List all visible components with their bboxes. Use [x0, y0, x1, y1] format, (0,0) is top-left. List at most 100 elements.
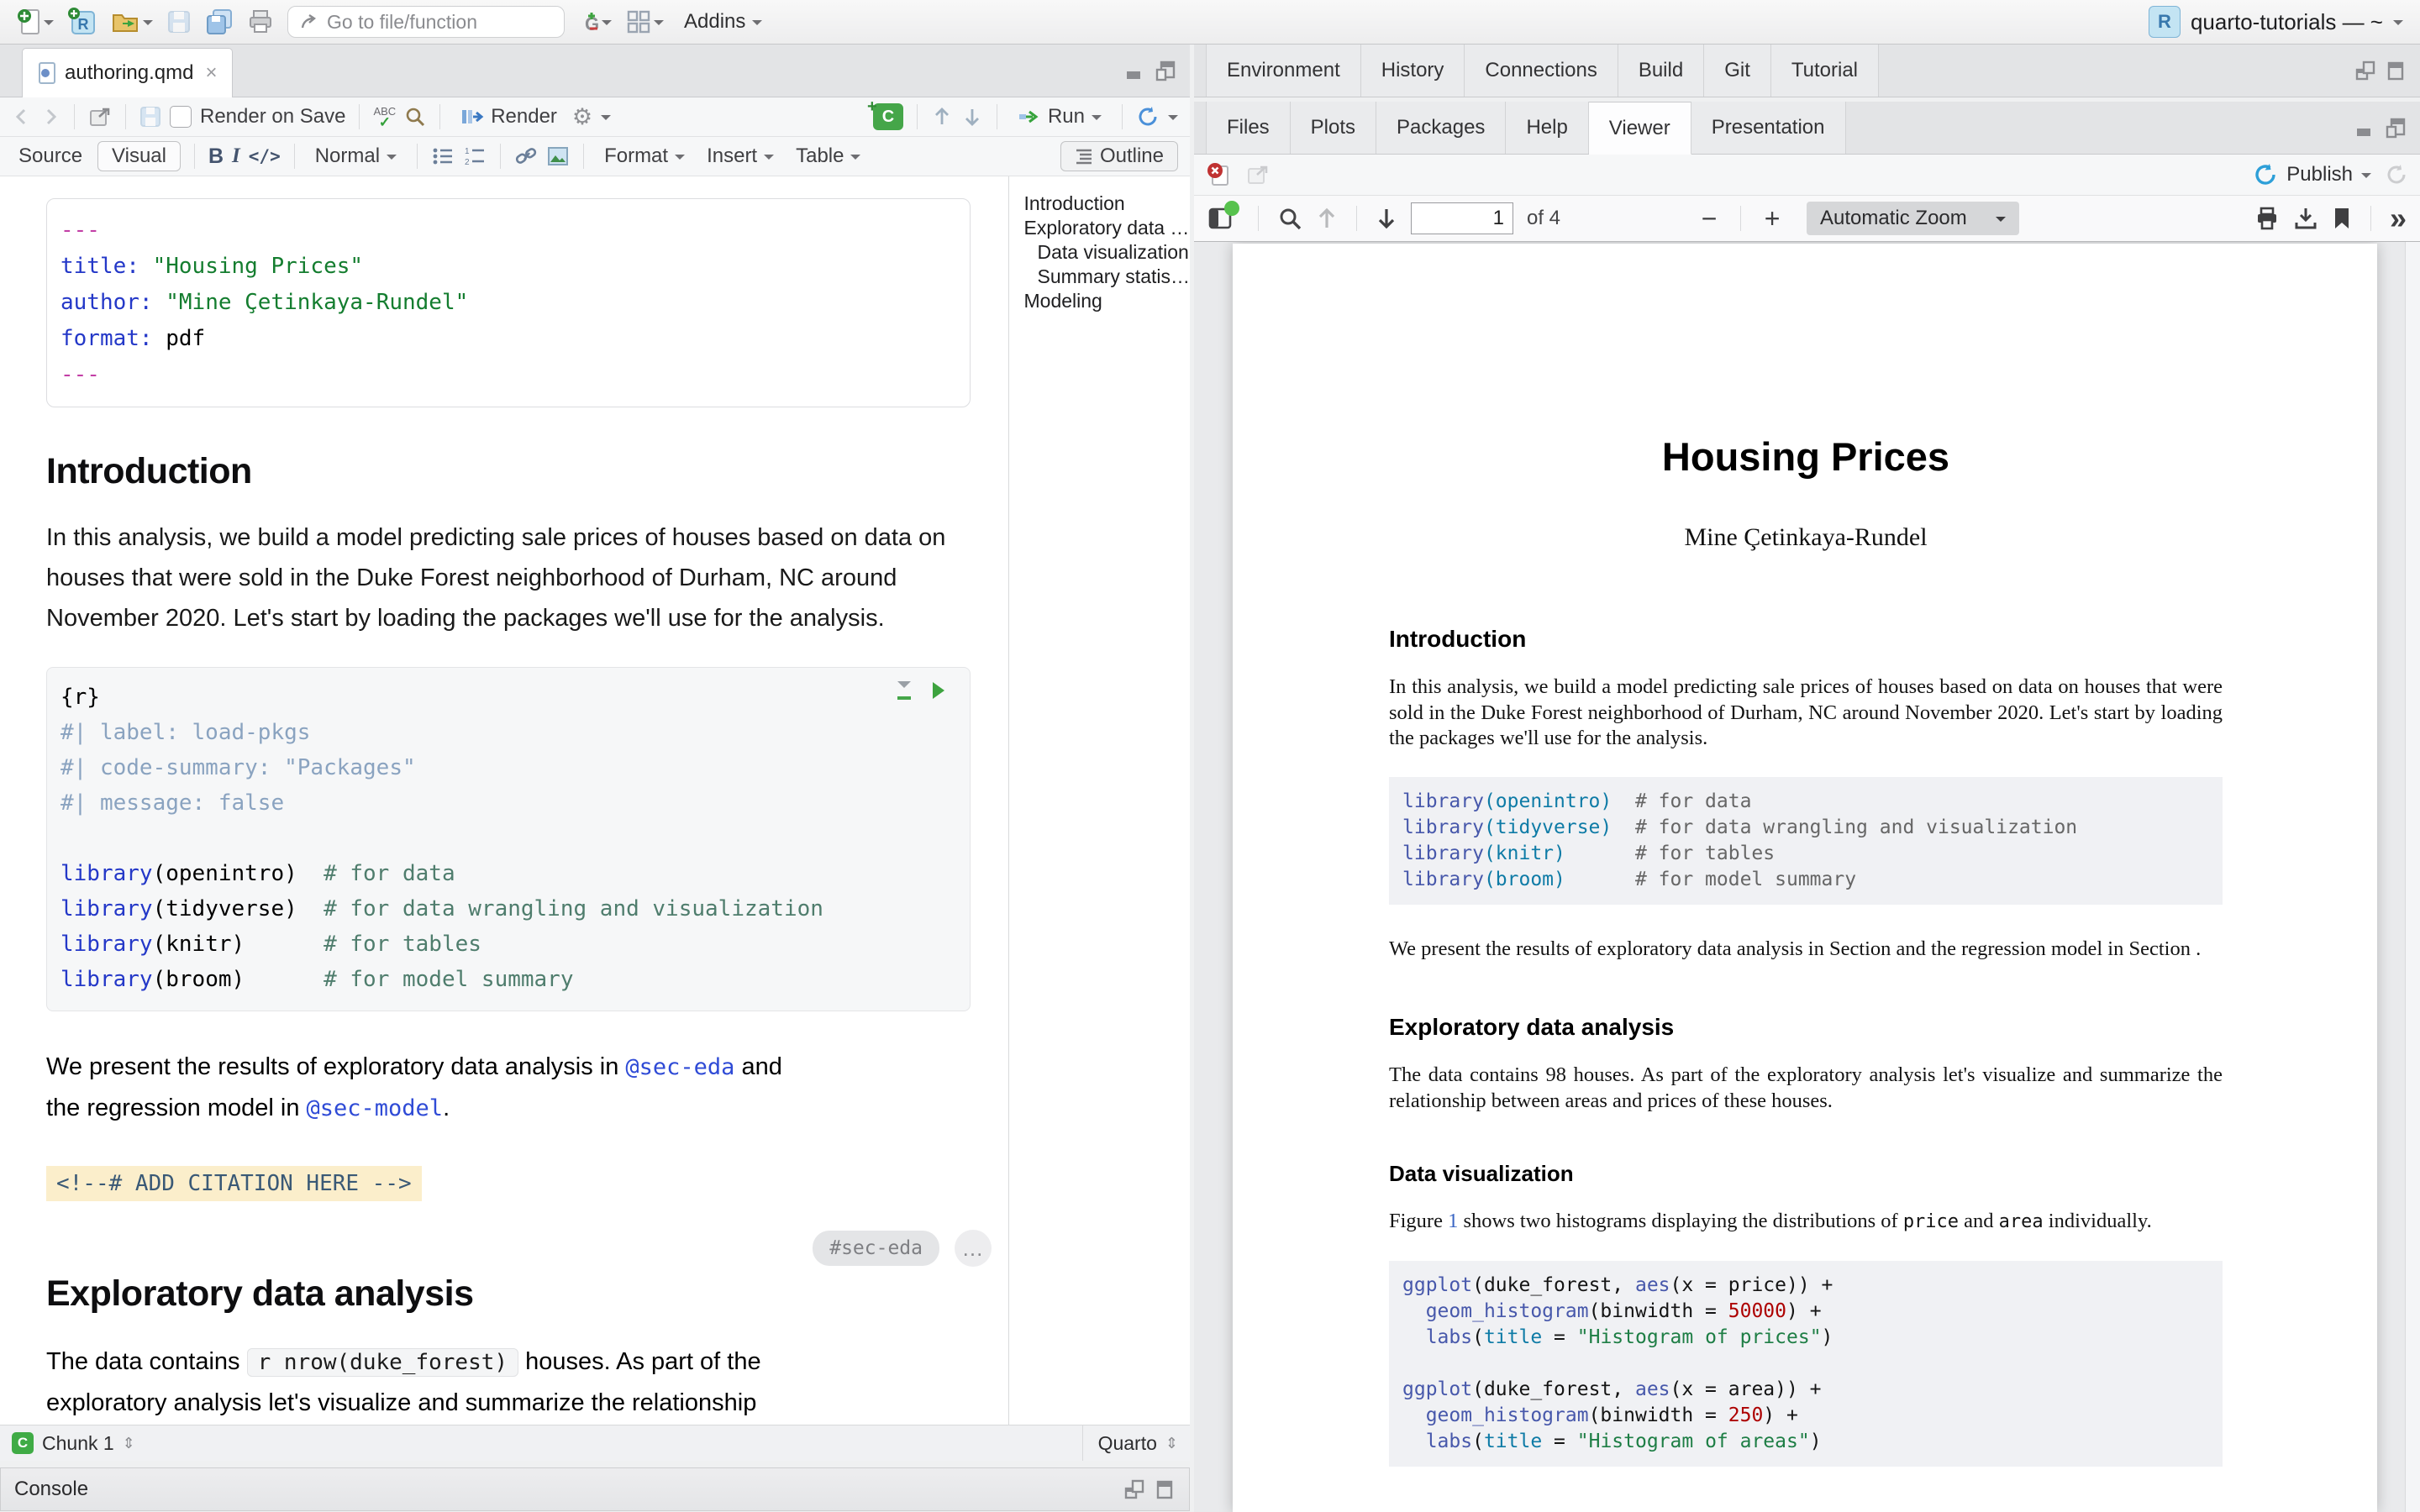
console-maximize-icon[interactable]: [1154, 1478, 1176, 1500]
pdf-prev-page-icon[interactable]: [1316, 207, 1338, 230]
eda-paragraph[interactable]: The data contains r nrow(duke_forest) ho…: [46, 1341, 1008, 1425]
tab-viewer[interactable]: Viewer: [1589, 102, 1691, 155]
run-all-above-icon[interactable]: [897, 681, 911, 700]
forward-icon[interactable]: [40, 107, 60, 127]
pdf-next-page-icon[interactable]: [1376, 207, 1397, 230]
insert-menu[interactable]: Insert: [700, 143, 781, 170]
panes-layout-caret[interactable]: [654, 20, 664, 30]
new-file-button[interactable]: [17, 7, 54, 37]
back-icon[interactable]: [12, 107, 32, 127]
spellcheck-icon[interactable]: ABC✓: [373, 106, 396, 128]
goto-file-input[interactable]: Go to file/function: [287, 6, 565, 38]
run-button[interactable]: Run: [1011, 103, 1108, 130]
version-control-caret[interactable]: [602, 20, 612, 30]
document-body[interactable]: ---title: "Housing Prices"author: "Mine …: [0, 176, 1008, 1425]
pdf-sidebar-toggle[interactable]: [1207, 206, 1233, 231]
tab-files[interactable]: Files: [1206, 102, 1291, 154]
tab-history[interactable]: History: [1361, 45, 1465, 97]
pdf-print-icon[interactable]: [2254, 207, 2280, 230]
render-settings-caret[interactable]: [601, 115, 611, 125]
popout-icon[interactable]: [88, 106, 112, 128]
tab-help[interactable]: Help: [1506, 102, 1588, 154]
save-all-button[interactable]: [205, 7, 234, 37]
stop-viewer-icon[interactable]: [1206, 161, 1233, 188]
run-previous-icon[interactable]: [931, 106, 953, 128]
code-format-button[interactable]: </>: [249, 146, 281, 166]
minimize-pane-icon[interactable]: [1124, 60, 1146, 81]
maximize-pane-icon[interactable]: [1155, 60, 1176, 81]
render-button[interactable]: Render: [454, 103, 564, 130]
rerun-caret[interactable]: [1168, 115, 1178, 125]
tab-environment[interactable]: Environment: [1206, 45, 1361, 97]
console-header[interactable]: Console: [0, 1467, 1190, 1511]
bold-button[interactable]: B: [208, 144, 224, 169]
format-menu[interactable]: Format: [597, 143, 692, 170]
heading-eda[interactable]: Exploratory data analysis: [46, 1273, 1008, 1315]
project-menu[interactable]: R quarto-tutorials — ~: [2149, 6, 2403, 38]
close-tab-icon[interactable]: ×: [205, 61, 217, 85]
pdf-zoom-out-button[interactable]: −: [1697, 203, 1722, 234]
source-mode-button[interactable]: Source: [12, 143, 89, 170]
outline-item[interactable]: Modeling: [1024, 289, 1190, 313]
viewer-minimize-icon[interactable]: [2354, 117, 2376, 139]
tab-build[interactable]: Build: [1618, 45, 1704, 97]
save-button[interactable]: [166, 7, 192, 37]
insert-chunk-button[interactable]: +C: [873, 103, 903, 130]
yaml-header[interactable]: ---title: "Housing Prices"author: "Mine …: [46, 198, 971, 407]
run-chunk-icon[interactable]: [933, 682, 953, 699]
open-file-button[interactable]: [111, 7, 153, 37]
render-settings-gear-icon[interactable]: ⚙: [572, 104, 592, 130]
open-file-caret[interactable]: [143, 20, 153, 30]
image-icon[interactable]: [546, 145, 570, 167]
tab-presentation[interactable]: Presentation: [1691, 102, 1846, 154]
print-button[interactable]: [247, 7, 274, 37]
new-file-caret[interactable]: [44, 20, 54, 30]
console-minimize-icon[interactable]: [1123, 1478, 1145, 1500]
outline-item[interactable]: Exploratory data …: [1024, 216, 1190, 240]
code-chunk-load-pkgs[interactable]: {r}#| label: load-pkgs#| code-summary: "…: [46, 667, 971, 1011]
pdf-zoom-select[interactable]: Automatic Zoom: [1807, 202, 2019, 235]
tab-authoring-qmd[interactable]: authoring.qmd ×: [22, 48, 233, 97]
outline-item[interactable]: Data visualization: [1024, 240, 1190, 265]
tab-plots[interactable]: Plots: [1291, 102, 1376, 154]
search-doc-icon[interactable]: [404, 106, 426, 128]
rerun-icon[interactable]: [1136, 105, 1160, 129]
tab-git[interactable]: Git: [1704, 45, 1771, 97]
pdf-page-input[interactable]: 1: [1411, 202, 1513, 234]
pdf-bookmark-icon[interactable]: [2332, 207, 2352, 230]
section-options-button[interactable]: ...: [955, 1230, 992, 1267]
numbered-list-icon[interactable]: 12: [463, 145, 487, 167]
pdf-download-icon[interactable]: [2293, 207, 2318, 230]
pane-restore-icon[interactable]: [2354, 60, 2376, 81]
intro-paragraph[interactable]: In this analysis, we build a model predi…: [46, 517, 992, 638]
link-icon[interactable]: [514, 145, 538, 167]
table-menu[interactable]: Table: [789, 143, 867, 170]
save-doc-icon[interactable]: [139, 106, 161, 128]
pdf-zoom-in-button[interactable]: +: [1760, 203, 1785, 234]
pane-maximize-icon[interactable]: [2385, 60, 2407, 81]
chunk-code[interactable]: {r}#| label: load-pkgs#| code-summary: "…: [60, 680, 970, 997]
run-next-icon[interactable]: [961, 106, 983, 128]
publish-button[interactable]: Publish: [2253, 162, 2371, 187]
viewer-popout-icon[interactable]: [1246, 164, 1270, 186]
tab-connections[interactable]: Connections: [1465, 45, 1618, 97]
refresh-viewer-icon[interactable]: [2385, 163, 2408, 186]
pdf-viewer[interactable]: Housing Prices Mine Çetinkaya-Rundel Int…: [1194, 242, 2420, 1512]
chunk-nav[interactable]: Chunk 1: [42, 1432, 114, 1455]
panes-layout-button[interactable]: [625, 7, 664, 37]
outline-toggle-button[interactable]: Outline: [1060, 141, 1178, 171]
outline-item[interactable]: Summary statis…: [1024, 265, 1190, 289]
addins-menu[interactable]: Addins: [677, 8, 769, 35]
version-control-button[interactable]: G: [578, 7, 612, 37]
viewer-maximize-icon[interactable]: [2385, 117, 2407, 139]
pdf-more-tools-icon[interactable]: »: [2390, 201, 2407, 236]
present-paragraph[interactable]: We present the results of exploratory da…: [46, 1047, 1008, 1129]
new-project-button[interactable]: R: [67, 7, 97, 37]
render-on-save-checkbox[interactable]: [170, 106, 192, 128]
paragraph-style-dropdown[interactable]: Normal: [308, 143, 403, 170]
italic-button[interactable]: I: [232, 144, 240, 168]
tab-tutorial[interactable]: Tutorial: [1771, 45, 1879, 97]
doc-format-selector[interactable]: Quarto ⇕: [1082, 1425, 1178, 1461]
tab-packages[interactable]: Packages: [1376, 102, 1506, 154]
pdf-search-icon[interactable]: [1277, 206, 1302, 231]
